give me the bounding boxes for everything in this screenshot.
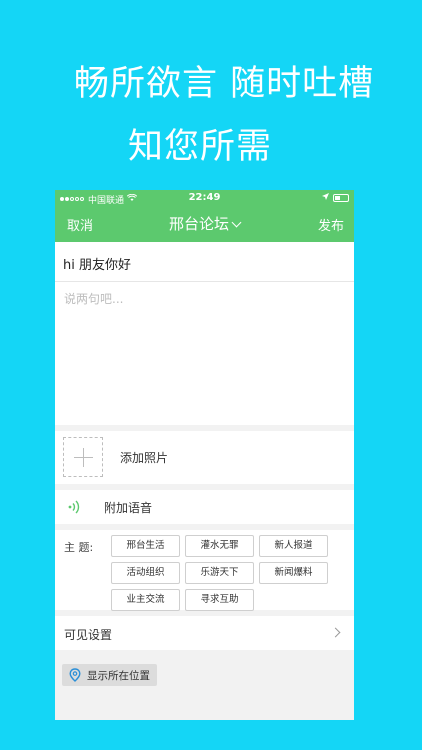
add-photo-label: 添加照片 [120,451,169,465]
battery-icon [333,194,349,202]
topic-tag[interactable]: 业主交流 [111,589,180,611]
topic-tag[interactable]: 新人报道 [259,535,328,557]
show-location-button[interactable]: 显示所在位置 [62,664,157,686]
voice-icon [68,500,80,514]
nav-bar: 取消 邢台论坛 发布 [55,207,354,242]
topic-tag[interactable]: 新闻爆料 [259,562,328,584]
visibility-settings-label: 可见设置 [64,628,113,642]
add-photo-row[interactable]: 添加照片 [55,431,354,484]
forum-title: 邢台论坛 [168,215,229,233]
add-voice-row[interactable]: 附加语音 [55,490,354,524]
status-right [322,193,349,203]
topic-label: 主 题: [64,541,94,554]
forum-selector[interactable]: 邢台论坛 [55,213,354,234]
chevron-down-icon [231,217,242,228]
publish-button[interactable]: 发布 [318,215,344,234]
promo-headline-1: 畅所欲言 随时吐槽 [74,64,375,104]
add-voice-label: 附加语音 [104,501,153,515]
topic-tag[interactable]: 活动组织 [111,562,180,584]
post-body-input[interactable]: 说两句吧... [55,282,354,425]
status-bar: 中国联通 22:49 [55,190,354,207]
add-photo-icon[interactable] [63,437,103,477]
phone-screen: 中国联通 22:49 取消 邢台论坛 发布 hi 朋友你好 说两句吧... 添加… [55,190,354,720]
location-arrow-icon [322,193,329,203]
visibility-settings-row[interactable]: 可见设置 [55,616,354,650]
status-time: 22:49 [188,192,221,203]
topic-tag[interactable]: 邢台生活 [111,535,180,557]
topic-tag[interactable]: 灌水无罪 [185,535,254,557]
location-pin-icon [69,668,81,682]
chevron-right-icon [330,627,341,638]
promo-headline-2: 知您所需 [128,127,273,167]
post-title-input[interactable]: hi 朋友你好 [55,242,354,282]
show-location-label: 显示所在位置 [87,669,150,682]
topic-tag[interactable]: 乐游天下 [185,562,254,584]
topic-section: 主 题: 邢台生活 灌水无罪 新人报道 活动组织 乐游天下 新闻爆料 业主交流 … [55,530,354,611]
topic-tag[interactable]: 寻求互助 [185,589,254,611]
